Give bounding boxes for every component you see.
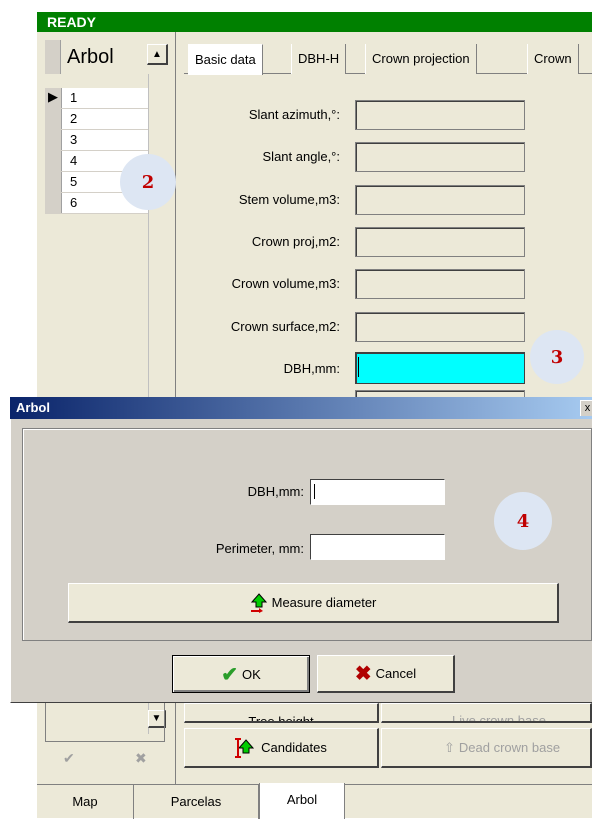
crown-surface-field[interactable] <box>355 312 525 342</box>
cancel-label: Cancel <box>375 666 417 681</box>
checkmark-icon[interactable]: ✔ <box>63 750 75 767</box>
row-indicator <box>45 172 62 192</box>
badge-2: 2 <box>120 154 176 210</box>
dialog-close-button[interactable]: x <box>580 400 592 416</box>
tree-height-label: Tree height <box>248 714 314 723</box>
crown-volume-field[interactable] <box>355 269 525 299</box>
tree-outline-icon: ⇧ <box>444 739 455 755</box>
dialog-dbh-label: DBH,mm: <box>247 484 304 499</box>
ok-label: OK <box>241 666 261 682</box>
tree-measure-icon <box>250 592 267 613</box>
slant-azimuth-label: Slant azimuth,°: <box>248 107 340 122</box>
tab-label: Arbol <box>286 792 318 807</box>
tab-label: Crown projection <box>372 51 470 66</box>
check-icon: ✔ <box>221 663 238 686</box>
tab-label: Crown <box>534 51 572 66</box>
tab-parcelas[interactable]: Parcelas <box>134 785 259 819</box>
tab-label: Parcelas <box>170 794 222 809</box>
crown-proj-label: Crown proj,m2: <box>251 234 340 249</box>
tab-label: DBH-H <box>298 51 340 66</box>
ok-button[interactable]: ✔ OK <box>172 655 310 693</box>
grid-corner <box>45 40 61 74</box>
tab-basic-data[interactable]: Basic data <box>188 44 263 75</box>
tree-height-button[interactable]: Tree height <box>184 703 379 723</box>
dbh-label: DBH,mm: <box>283 361 340 376</box>
up-arrow-icon: ▲ <box>147 44 168 65</box>
dialog-perimeter-input[interactable] <box>310 534 445 560</box>
badge-4: 4 <box>494 492 552 550</box>
measure-diameter-label: Measure diameter <box>271 595 377 610</box>
dialog-dbh-input[interactable] <box>310 479 445 505</box>
badge-3: 3 <box>530 330 584 384</box>
tab-strip: Basic data DBH-H Crown projection Crown <box>184 44 592 75</box>
crown-volume-label: Crown volume,m3: <box>231 276 340 291</box>
current-row-icon: ▶ <box>48 89 58 104</box>
close-icon: x <box>584 402 591 414</box>
dialog-title: Arbol <box>16 400 50 415</box>
text-cursor <box>358 357 359 377</box>
candidates-icon <box>235 737 255 758</box>
dead-crown-button[interactable]: ⇧ Dead crown base <box>381 728 592 768</box>
status-bar: READY <box>37 12 592 32</box>
crown-proj-field[interactable] <box>355 227 525 257</box>
dead-crown-label: Dead crown base <box>458 740 561 755</box>
bottom-tab-strip: Map Parcelas Arbol <box>37 783 592 819</box>
grid-header-label[interactable]: Arbol <box>67 40 114 74</box>
grid-bottom-box <box>45 702 165 742</box>
tab-dbh-h[interactable]: DBH-H <box>291 44 347 74</box>
candidates-button[interactable]: Candidates <box>184 728 379 768</box>
tab-map[interactable]: Map <box>37 785 134 819</box>
live-crown-button[interactable]: Live crown base <box>381 703 592 723</box>
dialog-title-bar: Arbol <box>10 397 592 419</box>
text-cursor <box>314 484 315 499</box>
next-field-edge <box>355 390 525 397</box>
candidates-label: Candidates <box>261 740 327 755</box>
row-indicator: ▶ <box>45 88 62 108</box>
dbh-field[interactable] <box>355 352 525 384</box>
crown-surface-label: Crown surface,m2: <box>230 319 340 334</box>
dialog-perimeter-label: Perimeter, mm: <box>215 541 304 556</box>
tab-arbol[interactable]: Arbol <box>259 783 345 819</box>
cross-icon[interactable]: ✖ <box>135 750 147 767</box>
tab-crown[interactable]: Crown <box>527 44 579 74</box>
live-crown-label: Live crown base <box>452 713 546 723</box>
row-indicator <box>45 109 62 129</box>
tab-label: Basic data <box>195 52 256 67</box>
tab-crown-projection[interactable]: Crown projection <box>365 44 477 74</box>
row-indicator <box>45 151 62 171</box>
tab-label: Map <box>72 794 98 809</box>
x-icon: ✖ <box>354 663 372 685</box>
measure-diameter-button[interactable]: Measure diameter <box>68 583 559 623</box>
slant-azimuth-field[interactable] <box>355 100 525 130</box>
slant-angle-field[interactable] <box>355 142 525 172</box>
cancel-button[interactable]: ✖ Cancel <box>317 655 455 693</box>
grid-scroll-up-button[interactable]: ▲ <box>147 44 168 65</box>
row-indicator <box>45 193 62 213</box>
row-indicator <box>45 130 62 150</box>
stem-volume-field[interactable] <box>355 185 525 215</box>
